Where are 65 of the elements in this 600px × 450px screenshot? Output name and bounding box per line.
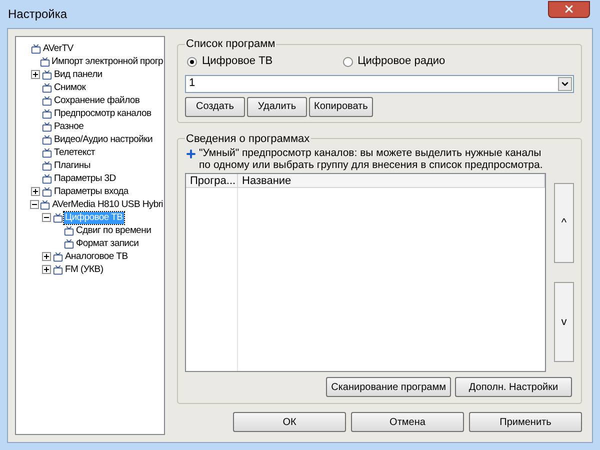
expander-toggle[interactable] [42, 265, 50, 274]
tree-item[interactable]: Формат записи [75, 238, 140, 250]
expander-toggle[interactable] [30, 187, 40, 196]
radio-button[interactable] [187, 56, 197, 66]
tree-item[interactable]: Сдвиг по времени [75, 224, 152, 236]
monitor-icon [42, 148, 52, 158]
monitor-icon [42, 186, 52, 196]
monitor-icon [40, 200, 50, 210]
monitor-icon [64, 238, 74, 248]
monitor-icon [42, 96, 52, 106]
group-title: Список программ [185, 37, 276, 52]
push-button[interactable]: Дополн. Настройки [455, 377, 572, 397]
hint-text: "Умный" предпросмотр каналов: вы можете выделить нужные каналы по одному или выбрать группу для внесения в список предпросмотра. [199, 147, 544, 171]
monitor-icon [64, 226, 74, 236]
tree-item[interactable]: Вид панели [53, 68, 104, 80]
push-button[interactable]: Сканирование программ [326, 377, 451, 397]
tree-item[interactable]: Телетекст [53, 146, 96, 158]
monitor-icon [42, 174, 52, 184]
monitor-icon [31, 44, 41, 54]
tree-item[interactable]: Предпросмотр каналов [53, 108, 152, 120]
monitor-icon [53, 212, 63, 222]
column-header[interactable]: Програ... [186, 174, 238, 187]
window-title: Настройка [8, 6, 68, 23]
monitor-icon [42, 70, 52, 80]
monitor-icon [53, 252, 63, 262]
push-button[interactable]: Создать [185, 96, 245, 116]
monitor-icon [42, 134, 52, 144]
tree-item[interactable]: Сохранение файлов [53, 94, 141, 106]
dropdown-field[interactable]: 1 [185, 74, 574, 92]
monitor-icon [40, 56, 50, 66]
radio-label: Цифровое радио [358, 54, 446, 70]
push-button[interactable]: Копировать [309, 96, 373, 116]
tree-item[interactable]: Разное [53, 120, 85, 132]
scroll-down-button[interactable]: v [554, 282, 574, 362]
tree-item[interactable]: Видео/Аудио настройки [53, 134, 154, 146]
tree-item[interactable]: Снимок [53, 82, 87, 94]
close-icon [563, 3, 575, 15]
expander-toggle[interactable] [30, 70, 40, 79]
push-button[interactable]: Применить [469, 412, 582, 432]
monitor-icon [42, 108, 52, 118]
tree-item[interactable]: AVerMedia H810 USB Hybri [51, 198, 164, 210]
expander-toggle[interactable] [42, 252, 50, 261]
column-header[interactable]: Название [238, 174, 545, 187]
tree-item[interactable]: Параметры входа [53, 186, 130, 198]
expander-toggle[interactable] [30, 200, 39, 209]
push-button[interactable]: Удалить [247, 96, 307, 116]
monitor-icon [53, 264, 63, 274]
push-button[interactable]: Отмена [351, 412, 464, 432]
tree-item[interactable]: Параметры 3D [53, 172, 117, 184]
tree-item[interactable]: Плагины [53, 160, 92, 172]
monitor-icon [42, 122, 52, 132]
monitor-icon [42, 160, 52, 170]
tree-item[interactable]: AVerTV [42, 42, 74, 54]
push-button[interactable]: ОК [233, 412, 346, 432]
tree-item[interactable]: FM (УКВ) [64, 264, 104, 276]
tree-item[interactable]: Импорт электронной прогр [50, 56, 164, 68]
radio-button[interactable] [342, 56, 353, 66]
scroll-up-button[interactable]: ^ [554, 183, 574, 263]
expander-toggle[interactable] [42, 213, 50, 222]
close-button[interactable] [548, 0, 590, 18]
radio-label: Цифровое ТВ [202, 54, 273, 70]
monitor-icon [42, 82, 52, 92]
tree-item[interactable]: Аналоговое ТВ [64, 250, 129, 262]
plus-icon [185, 148, 197, 160]
group-title: Сведения о программах [185, 132, 311, 146]
